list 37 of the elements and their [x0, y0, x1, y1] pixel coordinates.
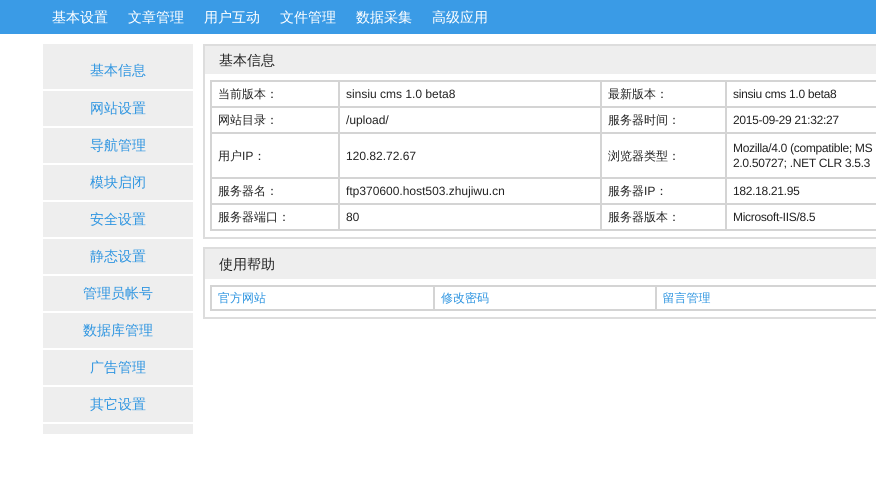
- help-link[interactable]: 官方网站: [218, 289, 266, 307]
- table-cell: 服务器版本：: [601, 204, 726, 230]
- table-cell: 80: [339, 204, 601, 230]
- table-cell: 服务器IP：: [601, 178, 726, 204]
- table-cell: 最新版本：: [601, 81, 726, 107]
- sidebar-item[interactable]: 基本信息: [43, 44, 193, 91]
- panel-title: 使用帮助: [219, 254, 275, 274]
- nav-tab[interactable]: 文章管理: [128, 6, 184, 28]
- table-cell: 服务器名：: [211, 178, 339, 204]
- sidebar-item[interactable]: 静态设置: [43, 239, 193, 276]
- sidebar-item[interactable]: 导航管理: [43, 128, 193, 165]
- sidebar-item[interactable]: 广告管理: [43, 350, 193, 387]
- table-cell: 网站目录：: [211, 107, 339, 133]
- nav-tab[interactable]: 文件管理: [280, 6, 336, 28]
- table-cell: 用户IP：: [211, 133, 339, 178]
- help-link[interactable]: 留言管理: [662, 289, 711, 307]
- sidebar-item[interactable]: 管理员帐号: [43, 276, 193, 313]
- help-link[interactable]: 修改密码: [441, 289, 490, 307]
- table-cell: 浏览器类型：: [601, 133, 726, 178]
- sidebar-item[interactable]: 网站设置: [43, 91, 193, 128]
- nav-tab[interactable]: 数据采集: [356, 6, 412, 28]
- table-cell: /upload/: [339, 107, 601, 133]
- table-cell: 当前版本：: [211, 81, 339, 107]
- table-cell: ftp370600.host503.zhujiwu.cn: [339, 178, 601, 204]
- sidebar-item[interactable]: 安全设置: [43, 202, 193, 239]
- table-cell: 120.82.72.67: [339, 133, 601, 178]
- nav-tab[interactable]: 基本设置: [52, 6, 108, 28]
- sidebar-item[interactable]: 数据库管理: [43, 313, 193, 350]
- table-cell: sinsiu cms 1.0 beta8: [339, 81, 601, 107]
- nav-tab[interactable]: 用户互动: [204, 6, 260, 28]
- nav-tab[interactable]: 高级应用: [432, 6, 488, 28]
- panel-title: 基本信息: [219, 50, 275, 70]
- sidebar-item[interactable]: 其它设置: [43, 387, 193, 424]
- table-cell: 服务器端口：: [211, 204, 339, 230]
- table-cell: 服务器时间：: [601, 107, 726, 133]
- sidebar-item[interactable]: 模块启闭: [43, 165, 193, 202]
- table-cell: sinsiu cms 1.0 beta8: [726, 81, 876, 107]
